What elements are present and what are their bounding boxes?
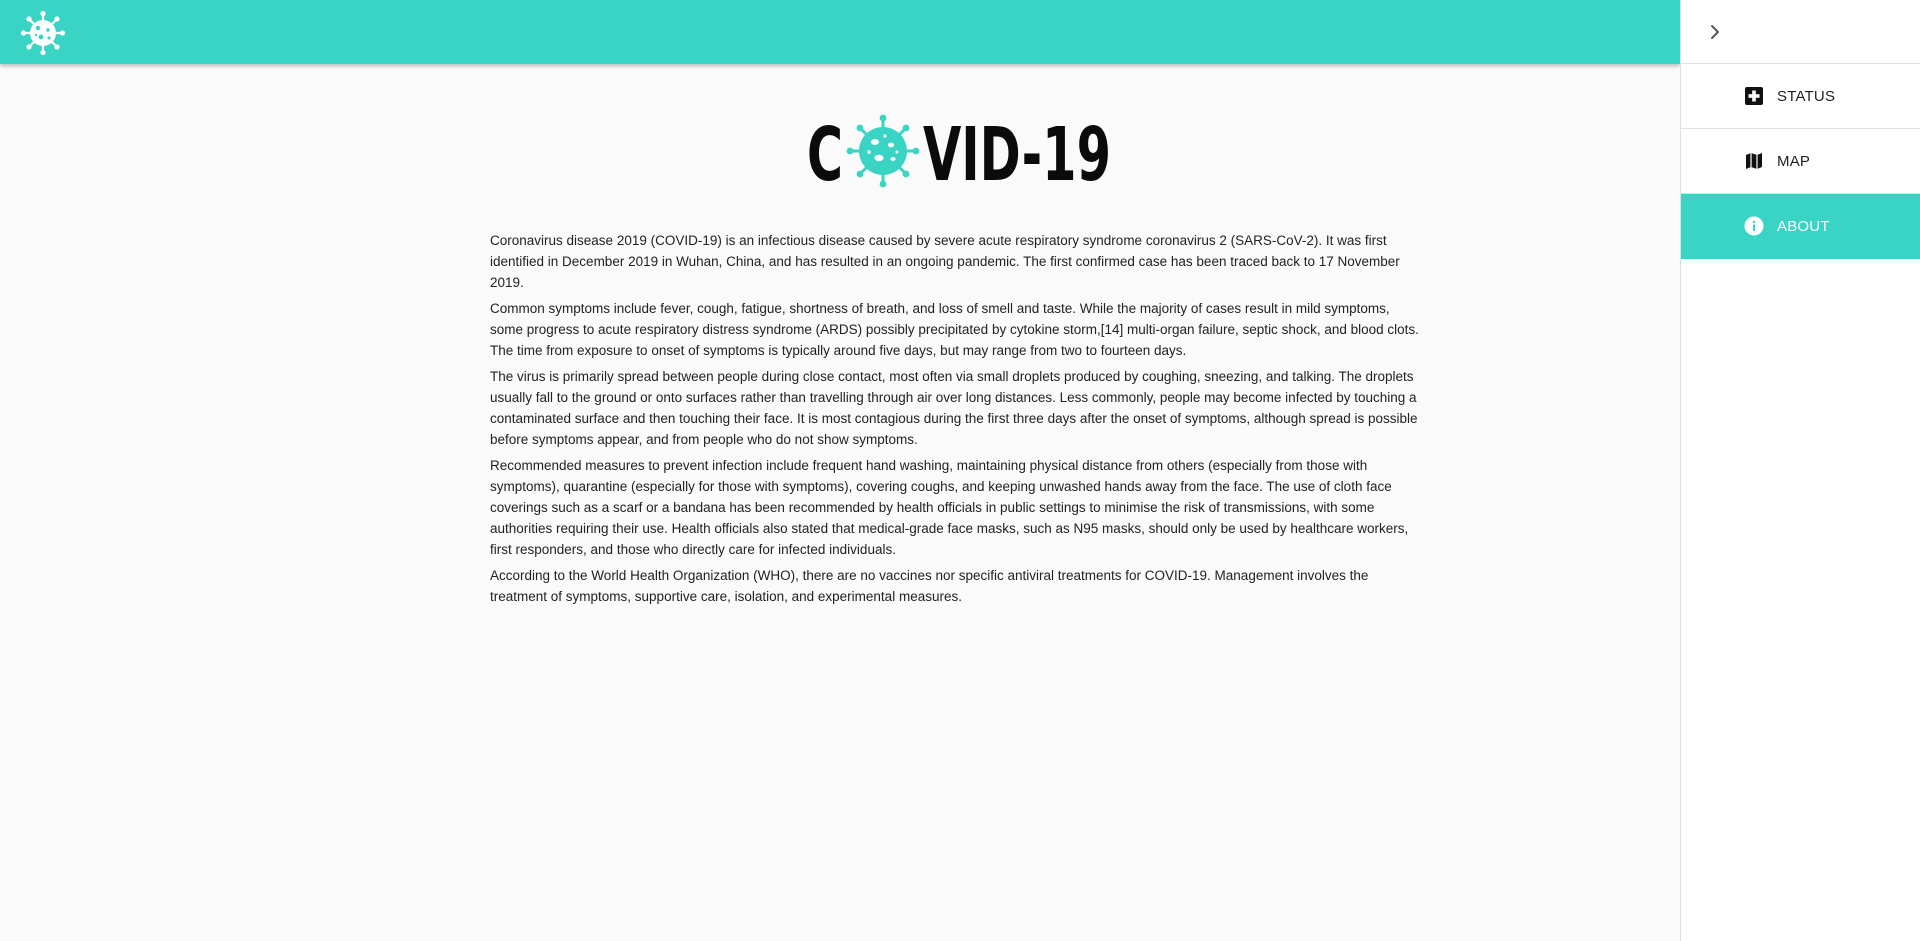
navigation-drawer: STATUS MAP ABOUT — [1680, 0, 1920, 941]
virus-icon[interactable] — [20, 10, 66, 56]
top-app-bar — [0, 0, 1680, 64]
title-text-c: C — [807, 114, 843, 190]
article-paragraph: According to the World Health Organizati… — [490, 568, 1369, 604]
article-paragraph: The virus is primarily spread between pe… — [490, 369, 1418, 447]
medical-cross-icon — [1743, 85, 1765, 107]
page-title: C VID-19 — [807, 112, 1112, 198]
title-text-vid19: VID-19 — [923, 114, 1111, 190]
nav-item-label: ABOUT — [1777, 217, 1830, 235]
collapse-drawer-button[interactable] — [1681, 0, 1920, 64]
nav-item-label: STATUS — [1777, 87, 1836, 105]
article-paragraph: Common symptoms include fever, cough, fa… — [490, 301, 1419, 358]
map-icon — [1743, 150, 1765, 172]
article-paragraph: Recommended measures to prevent infectio… — [490, 458, 1409, 557]
main-content: C VID-19 Coronavirus disease 2019 (COVID… — [0, 64, 1680, 941]
info-icon — [1743, 215, 1765, 237]
nav-item-about[interactable]: ABOUT — [1681, 194, 1920, 259]
about-article: Coronavirus disease 2019 (COVID-19) is a… — [490, 230, 1420, 612]
chevron-right-icon — [1711, 24, 1719, 39]
article-paragraph: Coronavirus disease 2019 (COVID-19) is a… — [490, 233, 1400, 290]
nav-item-status[interactable]: STATUS — [1681, 64, 1920, 129]
nav-item-label: MAP — [1777, 152, 1811, 170]
nav-item-map[interactable]: MAP — [1681, 129, 1920, 194]
virus-icon — [846, 114, 920, 188]
